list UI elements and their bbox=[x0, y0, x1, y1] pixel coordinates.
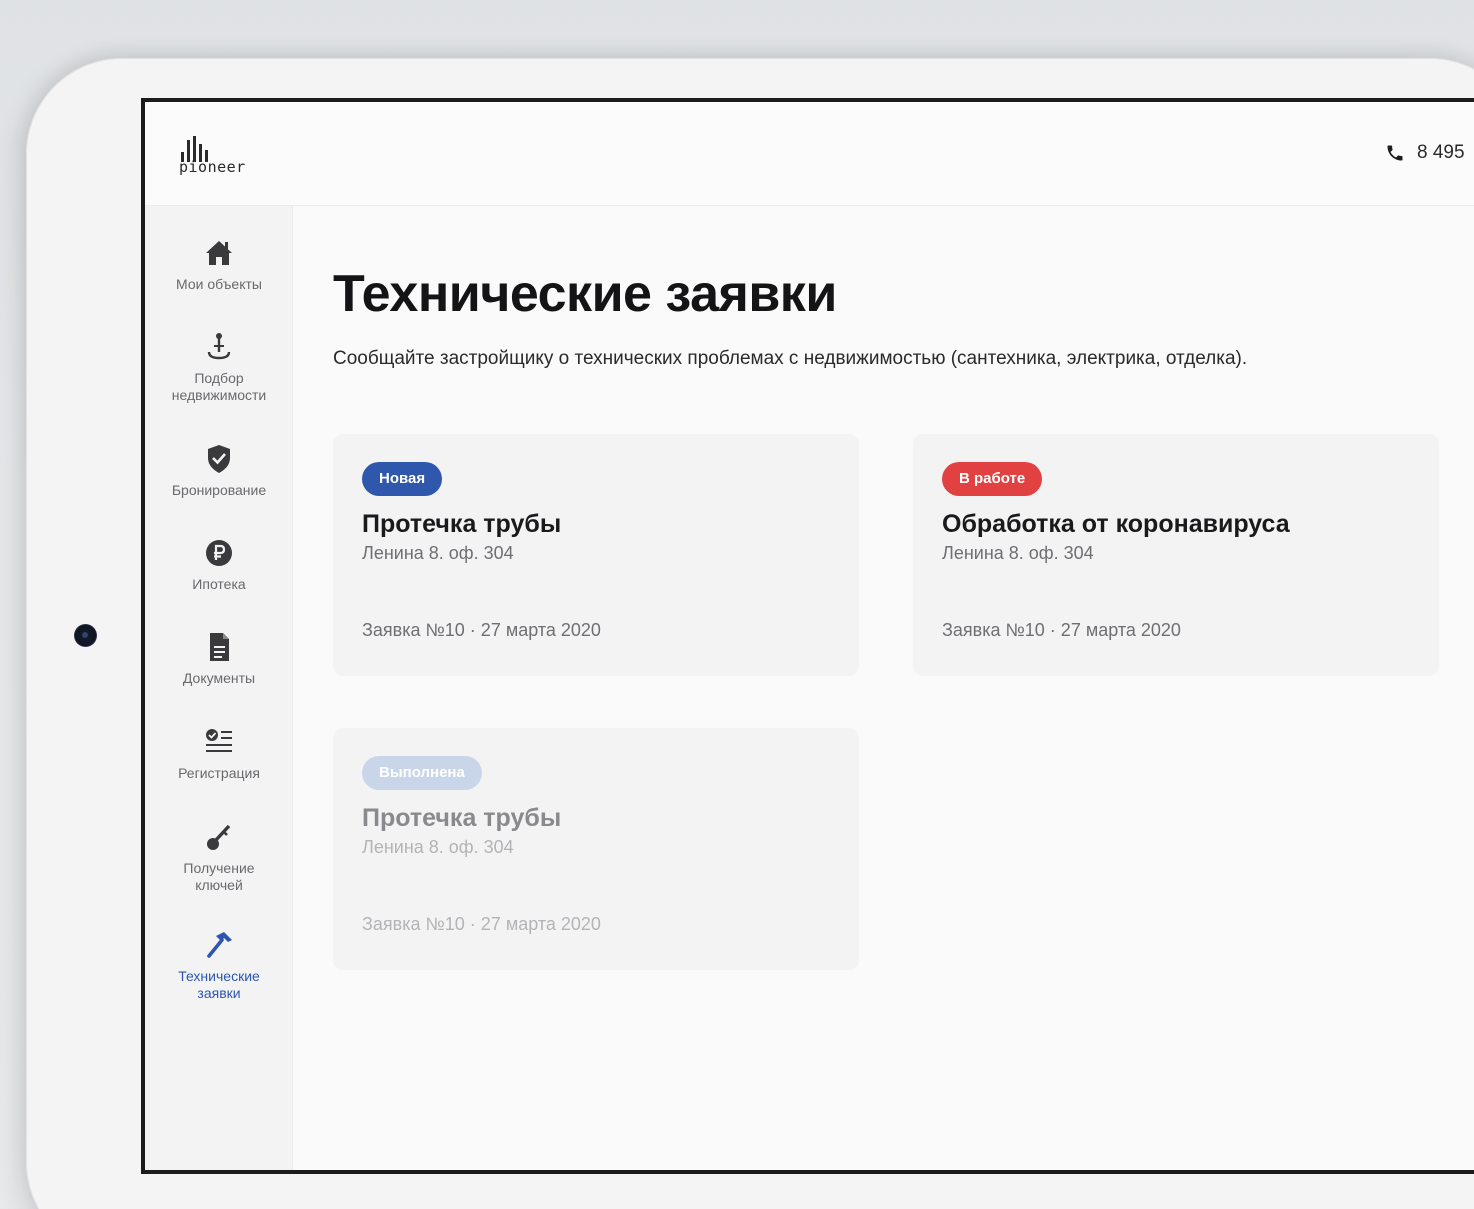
sidebar-item-booking[interactable]: Бронирование bbox=[145, 442, 293, 499]
request-meta: Заявка №10 · 27 марта 2020 bbox=[362, 620, 601, 640]
status-badge: В работе bbox=[942, 462, 1043, 496]
document-icon bbox=[210, 633, 229, 661]
sidebar-item-label: Подбор недвижимости bbox=[171, 370, 267, 403]
request-card[interactable]: Выполнена Протечка трубы Ленина 8. оф. 3… bbox=[333, 728, 859, 970]
home-icon bbox=[206, 241, 232, 265]
pioneer-logo[interactable]: pioneer bbox=[179, 134, 263, 178]
sidebar-item-registration[interactable]: Регистрация bbox=[145, 725, 293, 782]
request-title: Протечка трубы bbox=[362, 804, 562, 832]
sidebar-item-property-search[interactable]: Подбор недвижимости bbox=[145, 330, 293, 404]
page-title: Технические заявки bbox=[333, 265, 837, 323]
sidebar: Мои объекты Подбор недвижимости Брониров… bbox=[145, 206, 293, 1170]
page-subtitle: Сообщайте застройщику о технических проб… bbox=[333, 348, 1248, 369]
key-icon bbox=[207, 824, 231, 850]
sidebar-item-mortgage[interactable]: Ипотека bbox=[145, 536, 293, 593]
hammer-icon bbox=[207, 932, 232, 958]
request-address: Ленина 8. оф. 304 bbox=[362, 543, 514, 563]
main-content: Технические заявки Сообщайте застройщику… bbox=[333, 206, 1474, 1170]
app-screen: pioneer 8 495 Мои объекты Подбор недвижи bbox=[141, 98, 1474, 1174]
sidebar-item-label: Мои объекты bbox=[176, 276, 262, 292]
sidebar-item-label: Технические заявки bbox=[178, 968, 260, 1001]
sidebar-item-label: Ипотека bbox=[192, 576, 246, 592]
sidebar-item-tech-requests[interactable]: Технические заявки bbox=[145, 928, 293, 1002]
map-pin-icon bbox=[207, 333, 231, 360]
status-badge: Выполнена bbox=[362, 756, 482, 790]
request-address: Ленина 8. оф. 304 bbox=[942, 543, 1094, 563]
request-title: Обработка от коронавируса bbox=[942, 510, 1290, 538]
logo-text: pioneer bbox=[179, 158, 246, 176]
request-card[interactable]: Новая Протечка трубы Ленина 8. оф. 304 З… bbox=[333, 434, 859, 676]
shield-check-icon bbox=[208, 445, 230, 473]
request-meta: Заявка №10 · 27 марта 2020 bbox=[942, 620, 1181, 640]
checklist-icon bbox=[206, 729, 232, 752]
phone-link[interactable]: 8 495 bbox=[1385, 142, 1465, 164]
sidebar-item-label: Документы bbox=[182, 670, 256, 686]
camera-icon bbox=[75, 625, 96, 646]
request-address: Ленина 8. оф. 304 bbox=[362, 837, 514, 857]
top-bar: pioneer 8 495 bbox=[145, 102, 1474, 206]
ruble-circle-icon bbox=[206, 540, 232, 566]
sidebar-item-documents[interactable]: Документы bbox=[145, 630, 293, 687]
status-badge: Новая bbox=[362, 462, 443, 496]
phone-icon bbox=[1387, 145, 1403, 161]
request-card[interactable]: В работе Обработка от коронавируса Ленин… bbox=[913, 434, 1439, 676]
phone-number: 8 495 bbox=[1417, 142, 1465, 163]
request-meta: Заявка №10 · 27 марта 2020 bbox=[362, 914, 601, 934]
sidebar-item-label: Бронирование bbox=[171, 482, 267, 498]
sidebar-item-keys[interactable]: Получение ключей bbox=[145, 820, 293, 894]
sidebar-item-label: Регистрация bbox=[178, 765, 260, 781]
request-title: Протечка трубы bbox=[362, 510, 562, 538]
sidebar-item-label: Получение ключей bbox=[183, 860, 255, 893]
sidebar-item-my-objects[interactable]: Мои объекты bbox=[145, 236, 293, 293]
